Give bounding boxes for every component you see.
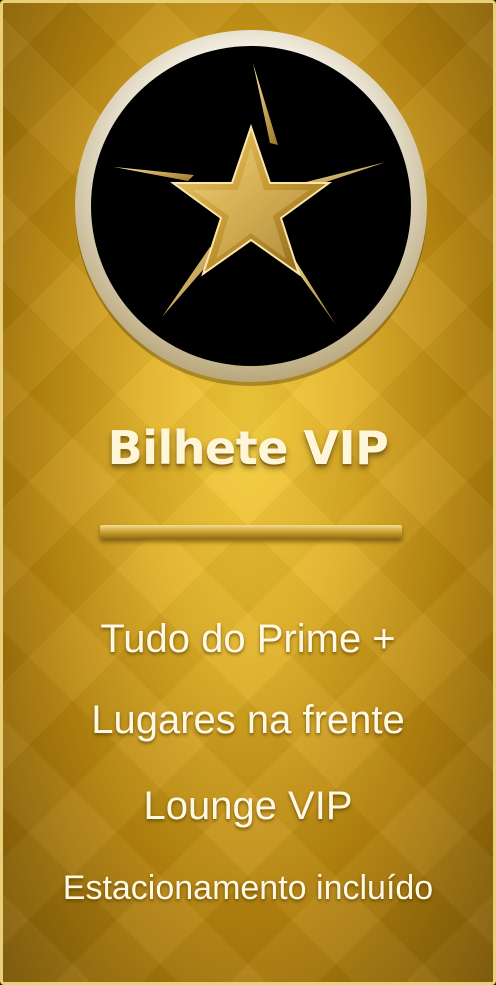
feature-item: Lugares na frente <box>91 698 405 742</box>
feature-item: Lounge VIP <box>143 784 353 828</box>
star-icon <box>75 30 427 386</box>
feature-item: Estacionamento incluído <box>62 869 434 907</box>
vip-ticket-card: Bilhete VIP Tudo do Prime + Lugares na f… <box>0 0 496 985</box>
star-emblem <box>70 25 432 387</box>
ticket-title: Bilhete VIP <box>107 421 389 475</box>
feature-item: Tudo do Prime + <box>100 617 396 661</box>
title-divider <box>100 525 402 539</box>
